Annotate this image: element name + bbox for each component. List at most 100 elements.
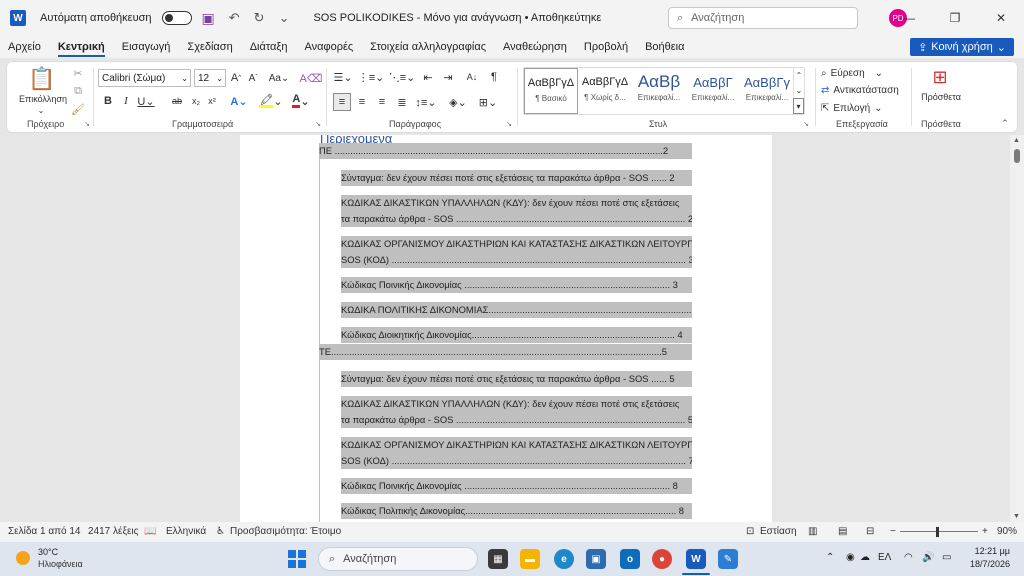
word-count[interactable]: 2417 λέξεις: [88, 526, 138, 537]
tab-design[interactable]: Σχεδίαση: [187, 41, 232, 53]
toc-entry-level-2[interactable]: Σύνταγμα: δεν έχουν πέσει ποτέ στις εξετ…: [341, 170, 692, 186]
show-marks-icon[interactable]: ¶: [487, 69, 501, 85]
proofing-icon[interactable]: 📖: [144, 526, 156, 537]
web-layout-icon[interactable]: ⊟: [866, 526, 874, 537]
collapse-ribbon-icon[interactable]: ⌃: [999, 118, 1011, 128]
tab-file[interactable]: Αρχείο: [8, 41, 41, 53]
document-page[interactable]: Περιεχόμενα ΠΕ .........................…: [240, 135, 772, 522]
toc-entry-level-2[interactable]: ΚΩΔΙΚΑΣ ΟΡΓΑΝΙΣΜΟΥ ΔΙΚΑΣΤΗΡΙΩΝ ΚΑΙ ΚΑΤΑΣ…: [341, 437, 692, 469]
justify-button[interactable]: ≣: [395, 93, 409, 111]
autosave-toggle[interactable]: [161, 11, 192, 25]
scroll-up-icon[interactable]: ▲: [1013, 137, 1020, 144]
zoom-level[interactable]: 90%: [997, 526, 1017, 537]
shading-icon[interactable]: ◈⌄: [447, 93, 469, 111]
share-button[interactable]: ⇪ Κοινή χρήση ⌄: [910, 38, 1014, 56]
accessibility-status[interactable]: Προσβασιμότητα: Έτοιμο: [230, 526, 341, 537]
style-normal[interactable]: ΑαΒβΓγΔ ¶ Βασικό: [524, 68, 578, 114]
word-taskbar-icon[interactable]: W: [686, 549, 706, 569]
copy-icon[interactable]: ⧉: [71, 84, 85, 98]
tab-home[interactable]: Κεντρική: [57, 41, 105, 57]
subscript-button[interactable]: x₂: [189, 93, 203, 109]
taskbar-search-input[interactable]: ⌕ Αναζήτηση: [318, 547, 478, 571]
strikethrough-button[interactable]: ab: [169, 93, 185, 109]
maximize-button[interactable]: ❐: [932, 0, 978, 36]
paragraph-launcher-icon[interactable]: ↘: [505, 120, 513, 128]
zoom-out-icon[interactable]: −: [890, 526, 896, 537]
toc-entry-level-1[interactable]: ΤΕ......................................…: [319, 344, 692, 360]
battery-icon[interactable]: ▭: [942, 552, 951, 563]
tab-view[interactable]: Προβολή: [584, 41, 628, 53]
align-left-button[interactable]: ≡: [333, 93, 351, 111]
paste-chevron-icon[interactable]: ⌄: [35, 105, 47, 115]
clear-formatting-icon[interactable]: A⌫: [300, 69, 323, 87]
toc-entry-level-2[interactable]: ΚΩΔΙΚΑΣ ΔΙΚΑΣΤΙΚΩΝ ΥΠΑΛΛΗΛΩΝ (ΚΔΥ): δεν …: [341, 396, 692, 428]
change-case-icon[interactable]: Aa⌄: [269, 69, 290, 87]
shrink-font-icon[interactable]: Aˇ: [246, 69, 260, 87]
print-layout-icon[interactable]: ▤: [838, 526, 847, 537]
tab-help[interactable]: Βοήθεια: [645, 41, 684, 53]
styles-scroll-up-icon[interactable]: ⌃: [793, 68, 804, 82]
tab-review[interactable]: Αναθεώρηση: [503, 41, 567, 53]
sort-icon[interactable]: A↓: [465, 69, 479, 85]
file-explorer-icon[interactable]: ▬: [520, 549, 540, 569]
vertical-scrollbar[interactable]: ▲ ▼: [1010, 135, 1024, 522]
toc-entry-level-2[interactable]: ΚΩΔΙΚΑΣ ΔΙΚΑΣΤΙΚΩΝ ΥΠΑΛΛΗΛΩΝ (ΚΔΥ): δεν …: [341, 195, 692, 227]
toc-entry-level-2[interactable]: ΚΩΔΙΚΑΣ ΟΡΓΑΝΙΣΜΟΥ ΔΙΚΑΣΤΗΡΙΩΝ ΚΑΙ ΚΑΤΑΣ…: [341, 236, 692, 268]
grow-font-icon[interactable]: A ^: [229, 69, 243, 87]
decrease-indent-icon[interactable]: ⇤: [421, 69, 435, 85]
close-button[interactable]: ✕: [978, 0, 1024, 36]
replace-button[interactable]: ⇄ Αντικατάσταση: [821, 82, 911, 98]
sun-icon[interactable]: [16, 551, 30, 565]
tab-references[interactable]: Αναφορές: [304, 41, 353, 53]
zoom-in-icon[interactable]: +: [982, 526, 988, 537]
weather-description[interactable]: Ηλιοφάνεια: [38, 559, 83, 569]
addins-icon[interactable]: ⊞: [929, 66, 951, 88]
styles-scroll-down-icon[interactable]: ⌄: [793, 83, 804, 97]
align-right-button[interactable]: ≡: [375, 93, 389, 111]
page-count[interactable]: Σελίδα 1 από 14: [8, 526, 80, 537]
edge-icon[interactable]: e: [554, 549, 574, 569]
bullets-icon[interactable]: ☰⌄: [333, 69, 353, 85]
styles-more-icon[interactable]: ▾: [793, 98, 804, 114]
borders-icon[interactable]: ⊞⌄: [477, 93, 499, 111]
save-icon[interactable]: ▣: [198, 10, 219, 27]
cut-icon[interactable]: ✂: [71, 66, 85, 80]
style-heading-2[interactable]: ΑαΒβΓ Επικεφαλί...: [686, 68, 740, 114]
bold-button[interactable]: B: [101, 93, 115, 109]
align-center-button[interactable]: ≡: [355, 93, 369, 111]
customize-toolbar-icon[interactable]: ⌄: [275, 10, 294, 26]
redo-icon[interactable]: ↻: [250, 10, 269, 26]
focus-button[interactable]: Εστίαση: [760, 526, 797, 537]
zoom-slider-handle[interactable]: [936, 527, 939, 537]
tab-mailings[interactable]: Στοιχεία αλληλογραφίας: [370, 41, 486, 53]
highlight-color-icon[interactable]: 🖍 ⌄: [259, 93, 283, 109]
input-language[interactable]: ΕΛ: [878, 552, 891, 563]
find-button[interactable]: ⌕ Εύρεση ⌄: [821, 65, 901, 81]
tab-layout[interactable]: Διάταξη: [250, 41, 288, 53]
underline-button[interactable]: U⌄: [137, 93, 155, 109]
store-icon[interactable]: ▣: [586, 549, 606, 569]
volume-icon[interactable]: 🔊: [922, 552, 934, 563]
toc-entry-level-2[interactable]: Κώδικας Ποινικής Δικονομίας ............…: [341, 277, 692, 293]
wifi-icon[interactable]: ◠: [904, 552, 913, 563]
scrollbar-thumb[interactable]: [1014, 149, 1020, 163]
style-no-spacing[interactable]: ΑαΒβΓγΔ ¶ Χωρίς δ...: [578, 68, 632, 114]
toc-entry-level-2[interactable]: Σύνταγμα: δεν έχουν πέσει ποτέ στις εξετ…: [341, 371, 692, 387]
search-input[interactable]: ⌕ Αναζήτηση: [668, 7, 858, 29]
read-mode-icon[interactable]: ▥: [808, 526, 817, 537]
increase-indent-icon[interactable]: ⇥: [441, 69, 455, 85]
toc-entry-level-2[interactable]: ΚΩΔΙΚΑ ΠΟΛΙΤΙΚΗΣ ΔΙΚΟΝΟΜΙΑΣ.............…: [341, 302, 692, 318]
font-size-select[interactable]: 12 ⌄: [194, 69, 226, 87]
toc-entry-level-1[interactable]: ΠΕ .....................................…: [319, 143, 692, 159]
select-button[interactable]: ⇱ Επιλογή ⌄: [821, 100, 901, 116]
outlook-icon[interactable]: o: [620, 549, 640, 569]
snipping-tool-icon[interactable]: ✎: [718, 549, 738, 569]
widgets-icon[interactable]: ▦: [488, 549, 508, 569]
scroll-down-icon[interactable]: ▼: [1013, 513, 1020, 520]
tray-chevron-icon[interactable]: ⌃: [826, 552, 834, 563]
style-heading-1[interactable]: ΑαΒβ Επικεφαλί...: [632, 68, 686, 114]
font-name-select[interactable]: Calibri (Σώμα) ⌄: [98, 69, 191, 87]
language-status[interactable]: Ελληνικά: [166, 526, 206, 537]
style-heading-3[interactable]: ΑαΒβΓγ Επικεφαλί...: [740, 68, 794, 114]
addins-button[interactable]: Πρόσθετα: [913, 90, 969, 104]
